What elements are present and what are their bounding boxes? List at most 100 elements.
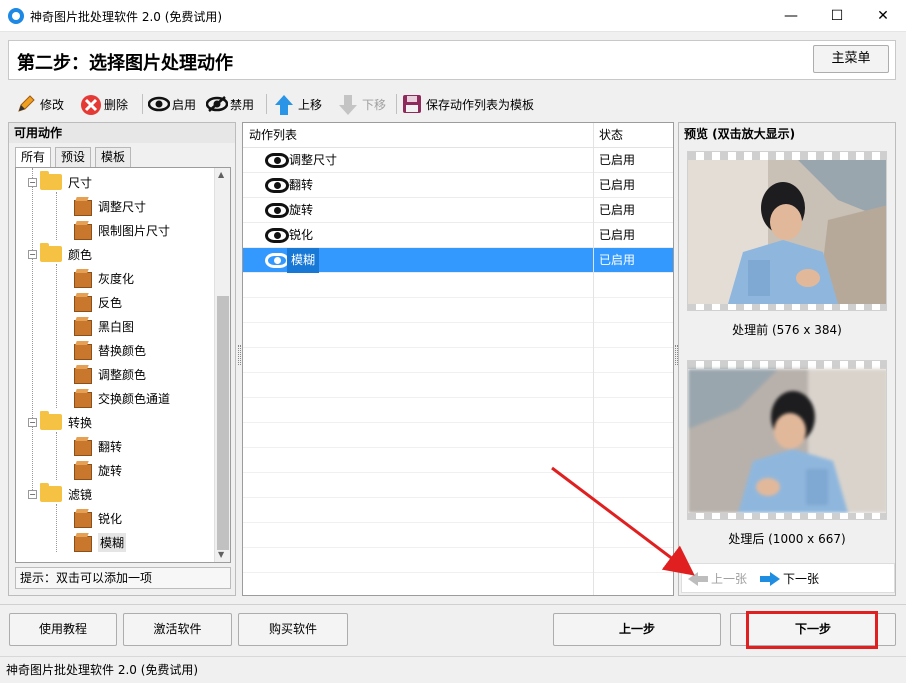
- tree-item-grayscale[interactable]: 灰度化: [72, 266, 134, 290]
- table-row[interactable]: 旋转 已启用: [243, 198, 673, 223]
- preview-after-image[interactable]: [687, 360, 887, 520]
- action-list: 动作列表 状态 调整尺寸 已启用 翻转 已启用 旋转 已启用 锐化 已启用 模糊…: [242, 122, 674, 596]
- tutorial-button[interactable]: 使用教程: [9, 613, 117, 646]
- move-down-button[interactable]: 下移: [338, 92, 386, 116]
- folder-icon: [40, 243, 62, 262]
- table-row-selected[interactable]: 模糊 已启用: [243, 248, 673, 273]
- box-icon: [72, 532, 92, 552]
- toolbar-divider: [266, 94, 267, 114]
- collapse-icon[interactable]: −: [28, 489, 37, 499]
- collapse-icon[interactable]: −: [28, 417, 37, 427]
- tree-label: 调整颜色: [98, 367, 147, 382]
- tab-presets[interactable]: 预设: [55, 147, 92, 167]
- move-down-label: 下移: [362, 97, 387, 112]
- arrow-down-icon: [338, 94, 358, 115]
- preview-before-image[interactable]: [687, 151, 887, 311]
- tree-label: 旋转: [98, 463, 123, 478]
- tree-item-invert[interactable]: 反色: [72, 290, 122, 314]
- tree-folder-size[interactable]: − 尺寸: [28, 170, 92, 194]
- splitter-handle[interactable]: [238, 345, 241, 365]
- toolbar-divider: [142, 94, 143, 114]
- grid-line: [243, 422, 673, 423]
- grid-line: [243, 297, 673, 298]
- collapse-icon[interactable]: −: [28, 249, 37, 259]
- move-up-button[interactable]: 上移: [274, 92, 322, 116]
- save-template-button[interactable]: 保存动作列表为模板: [402, 92, 534, 116]
- table-row[interactable]: 翻转 已启用: [243, 173, 673, 198]
- delete-icon: [80, 94, 101, 115]
- eye-icon[interactable]: [265, 203, 289, 218]
- next-image-label: 下一张: [783, 572, 820, 586]
- available-actions-panel: 可用动作 所有 预设 模板 − 尺寸 调整尺寸 限制图片尺寸 − 颜色 灰度化 …: [8, 122, 236, 596]
- activate-button[interactable]: 激活软件: [123, 613, 232, 646]
- tree-item-rotate[interactable]: 旋转: [72, 458, 122, 482]
- collapse-icon[interactable]: −: [28, 177, 37, 187]
- close-button[interactable]: ✕: [860, 0, 906, 32]
- buy-button[interactable]: 购买软件: [238, 613, 348, 646]
- tab-templates[interactable]: 模板: [95, 147, 132, 167]
- column-header-actions[interactable]: 动作列表: [243, 123, 593, 147]
- enable-button[interactable]: 启用: [147, 92, 196, 116]
- tab-all[interactable]: 所有: [15, 147, 52, 168]
- box-icon: [72, 436, 92, 456]
- tree-item-swap-channels[interactable]: 交换颜色通道: [72, 386, 170, 410]
- checker-strip: [688, 513, 886, 519]
- tree-label: 限制图片尺寸: [98, 223, 171, 238]
- action-status: 已启用: [599, 253, 636, 267]
- tree-folder-transform[interactable]: − 转换: [28, 410, 92, 434]
- table-row[interactable]: 调整尺寸 已启用: [243, 148, 673, 173]
- save-template-label: 保存动作列表为模板: [426, 97, 535, 112]
- table-row[interactable]: 锐化 已启用: [243, 223, 673, 248]
- tree-folder-color[interactable]: − 颜色: [28, 242, 92, 266]
- tree-folder-filter[interactable]: − 滤镜: [28, 482, 92, 506]
- previous-step-button[interactable]: 上一步: [553, 613, 721, 646]
- tree-item-blur[interactable]: 模糊: [72, 530, 127, 554]
- next-image-button[interactable]: 下一张: [760, 570, 819, 587]
- tree-label: 替换颜色: [98, 343, 147, 358]
- tree-label: 反色: [98, 295, 123, 310]
- tree-item-bw[interactable]: 黑白图: [72, 314, 134, 338]
- step-header: 第二步：选择图片处理动作 主菜单: [8, 40, 896, 80]
- eye-icon[interactable]: [265, 153, 289, 168]
- tree-item-flip[interactable]: 翻转: [72, 434, 122, 458]
- grid-line: [243, 447, 673, 448]
- checker-strip: [688, 361, 886, 369]
- photo-after: [688, 369, 886, 513]
- tree-label: 模糊: [98, 532, 127, 552]
- tree-connector: [56, 264, 57, 408]
- delete-button[interactable]: 删除: [80, 92, 128, 116]
- tree-label: 转换: [68, 415, 93, 430]
- action-status: 已启用: [599, 153, 636, 167]
- eye-icon[interactable]: [265, 228, 289, 243]
- checker-strip: [688, 152, 886, 160]
- edit-label: 修改: [40, 97, 65, 112]
- maximize-button[interactable]: ☐: [814, 0, 860, 32]
- tree-item-sharpen[interactable]: 锐化: [72, 506, 122, 530]
- eye-icon[interactable]: [265, 253, 289, 268]
- tree-item-resize[interactable]: 调整尺寸: [72, 194, 146, 218]
- eye-icon[interactable]: [265, 178, 289, 193]
- tree-item-replace-color[interactable]: 替换颜色: [72, 338, 146, 362]
- disable-label: 禁用: [230, 97, 255, 112]
- box-icon: [72, 364, 92, 384]
- main-menu-button[interactable]: 主菜单: [813, 45, 889, 73]
- scroll-down-icon[interactable]: ▼: [218, 550, 224, 559]
- edit-button[interactable]: 修改: [16, 92, 64, 116]
- scroll-up-icon[interactable]: ▲: [218, 170, 224, 179]
- tree-item-adjust-color[interactable]: 调整颜色: [72, 362, 146, 386]
- preview-navigation: 上一张 下一张: [681, 563, 895, 593]
- page-title: 第二步：选择图片处理动作: [17, 53, 233, 74]
- previous-image-button[interactable]: 上一张: [688, 570, 747, 587]
- tree-label: 调整尺寸: [98, 199, 147, 214]
- tree-item-limit-size[interactable]: 限制图片尺寸: [72, 218, 170, 242]
- disable-button[interactable]: 禁用: [205, 92, 255, 116]
- scrollbar-thumb[interactable]: [217, 296, 229, 550]
- arrow-right-icon: [760, 571, 780, 586]
- box-icon: [72, 292, 92, 312]
- tree-label: 锐化: [98, 511, 123, 526]
- tree-label: 交换颜色通道: [98, 391, 171, 406]
- column-header-status[interactable]: 状态: [593, 123, 673, 147]
- minimize-button[interactable]: —: [768, 0, 814, 32]
- box-icon: [72, 388, 92, 408]
- tree-scrollbar[interactable]: ▲ ▼: [214, 168, 230, 562]
